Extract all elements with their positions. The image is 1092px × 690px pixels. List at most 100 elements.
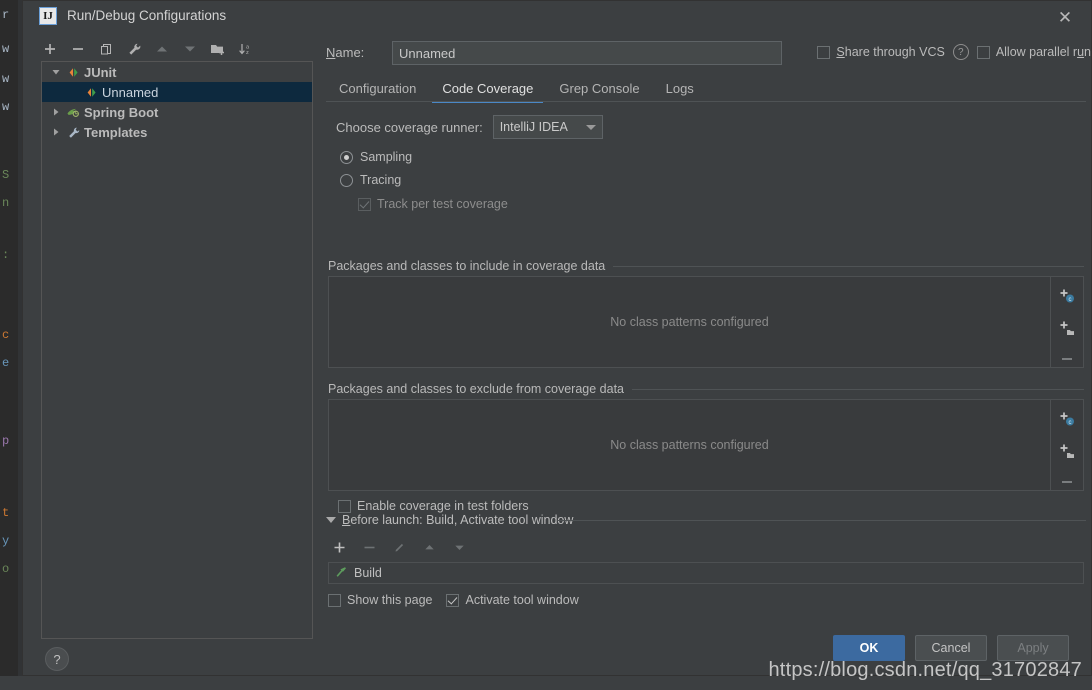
tab-configuration[interactable]: Configuration	[326, 77, 429, 101]
ide-status-bar	[0, 676, 1092, 690]
add-package-pattern-button[interactable]	[1057, 319, 1077, 337]
chevron-down-icon	[585, 124, 596, 130]
editor-text-fragment: c	[2, 328, 10, 342]
track-per-test-checkbox[interactable]: Track per test coverage	[358, 197, 508, 211]
show-this-page-label: Show this page	[347, 593, 433, 607]
name-label: Name:	[326, 45, 365, 60]
enable-test-folders-checkbox-box	[338, 499, 351, 513]
tree-item-label: Unnamed	[102, 84, 159, 100]
tree-item-label: Templates	[84, 124, 148, 140]
copy-configuration-button[interactable]	[97, 40, 115, 58]
sampling-radio-box	[340, 150, 353, 164]
triangle-down-icon	[326, 517, 336, 523]
editor-background: rwwwSn:ceptyo	[0, 0, 22, 690]
close-icon[interactable]: ✕	[1053, 5, 1077, 29]
share-vcs-checkbox-box	[817, 45, 831, 59]
code-coverage-panel: Choose coverage runner: IntelliJ IDEA Sa…	[326, 107, 1086, 527]
editor-text-fragment: r	[2, 8, 10, 22]
coverage-runner-select[interactable]: IntelliJ IDEA	[492, 115, 603, 139]
tree-item-junit[interactable]: JUnit	[42, 62, 312, 82]
show-this-page-checkbox[interactable]: Show this page	[328, 593, 432, 607]
track-per-test-checkbox-box	[358, 197, 371, 211]
editor-text-fragment: n	[2, 196, 10, 210]
dialog-footer: OK Cancel Apply	[833, 635, 1069, 661]
triangle-right-icon[interactable]	[48, 127, 64, 137]
tree-item-templates[interactable]: Templates	[42, 122, 312, 142]
wrench-icon	[64, 126, 82, 139]
add-class-pattern-button[interactable]: c	[1057, 410, 1077, 428]
svg-text:c: c	[1069, 420, 1072, 426]
before-launch-task-label: Build	[354, 566, 382, 580]
include-patterns-list[interactable]: No class patterns configured c	[328, 276, 1084, 368]
configurations-tree[interactable]: JUnit Unnamed Spring Boot Templates	[41, 61, 313, 639]
include-empty-text: No class patterns configured	[610, 315, 769, 329]
wrench-icon[interactable]	[125, 40, 143, 58]
spring-icon	[64, 106, 82, 119]
share-through-vcs-checkbox[interactable]: Share through VCS	[817, 45, 945, 59]
create-folder-button[interactable]	[209, 40, 227, 58]
move-up-button[interactable]	[153, 40, 171, 58]
before-launch-task-list[interactable]: Build	[328, 562, 1084, 584]
enable-test-folders-label: Enable coverage in test folders	[357, 499, 529, 513]
exclude-patterns-area: No class patterns configured	[329, 400, 1050, 490]
exclude-list-buttons: c	[1050, 400, 1083, 490]
name-input[interactable]	[392, 41, 782, 65]
task-move-down-button[interactable]	[451, 539, 467, 555]
before-launch-line	[558, 520, 1086, 521]
tree-item-unnamed[interactable]: Unnamed	[42, 82, 312, 102]
add-package-pattern-button[interactable]	[1057, 442, 1077, 460]
tree-item-label: JUnit	[84, 64, 117, 80]
remove-task-button[interactable]	[361, 539, 377, 555]
svg-text:z: z	[246, 50, 249, 56]
include-list-buttons: c	[1050, 277, 1083, 367]
share-vcs-label: Share through VCS	[836, 45, 945, 59]
tracing-label: Tracing	[360, 173, 402, 187]
remove-pattern-button[interactable]	[1057, 474, 1077, 490]
tab-logs[interactable]: Logs	[653, 77, 707, 101]
question-mark-icon[interactable]: ?	[952, 44, 969, 60]
remove-configuration-button[interactable]	[69, 40, 87, 58]
tab-grep-console[interactable]: Grep Console	[546, 77, 652, 101]
pencil-icon[interactable]	[391, 539, 407, 555]
activate-tool-window-checkbox[interactable]: Activate tool window	[446, 593, 579, 607]
tree-item-spring-boot[interactable]: Spring Boot	[42, 102, 312, 122]
build-hammer-icon	[335, 565, 348, 581]
add-class-pattern-button[interactable]: c	[1057, 287, 1077, 305]
sampling-radio[interactable]: Sampling	[340, 150, 412, 164]
editor-text-fragment: y	[2, 534, 10, 548]
allow-parallel-run-checkbox[interactable]: Allow parallel run	[976, 45, 1091, 59]
exclude-empty-text: No class patterns configured	[610, 438, 769, 452]
editor-text-fragment: o	[2, 562, 10, 576]
triangle-down-icon[interactable]	[48, 67, 64, 77]
add-configuration-button[interactable]	[41, 40, 59, 58]
dialog-title-bar: IJ Run/Debug Configurations ✕	[23, 1, 1091, 33]
exclude-patterns-list[interactable]: No class patterns configured c	[328, 399, 1084, 491]
editor-tabs: Configuration Code Coverage Grep Console Lo…	[326, 77, 1086, 103]
editor-text-fragment: e	[2, 356, 10, 370]
tracing-radio[interactable]: Tracing	[340, 173, 401, 187]
apply-button[interactable]: Apply	[997, 635, 1069, 661]
triangle-right-icon[interactable]	[48, 107, 64, 117]
cancel-button[interactable]: Cancel	[915, 635, 987, 661]
show-this-page-checkbox-box	[328, 593, 341, 607]
include-group-title: Packages and classes to include in cover…	[328, 259, 614, 273]
ok-button[interactable]: OK	[833, 635, 905, 661]
before-launch-header[interactable]: Before launch: Build, Activate tool wind…	[326, 513, 573, 527]
tab-code-coverage[interactable]: Code Coverage	[429, 77, 546, 103]
move-down-button[interactable]	[181, 40, 199, 58]
editor-text-fragment: t	[2, 506, 10, 520]
remove-pattern-button[interactable]	[1057, 351, 1077, 367]
header-options: Share through VCS ? Allow parallel run	[817, 44, 1091, 60]
include-patterns-area: No class patterns configured	[329, 277, 1050, 367]
intellij-logo-text: IJ	[43, 9, 53, 22]
add-task-button[interactable]	[331, 539, 347, 555]
dialog-title: Run/Debug Configurations	[67, 8, 227, 23]
allow-parallel-checkbox-box	[976, 45, 990, 59]
before-launch-options: Show this page Activate tool window	[328, 593, 579, 607]
coverage-runner-value: IntelliJ IDEA	[499, 120, 568, 134]
sort-az-icon[interactable]: a z	[237, 40, 255, 58]
track-per-test-label: Track per test coverage	[377, 197, 508, 211]
enable-test-folders-checkbox[interactable]: Enable coverage in test folders	[338, 499, 529, 513]
task-move-up-button[interactable]	[421, 539, 437, 555]
help-button[interactable]: ?	[45, 647, 69, 671]
